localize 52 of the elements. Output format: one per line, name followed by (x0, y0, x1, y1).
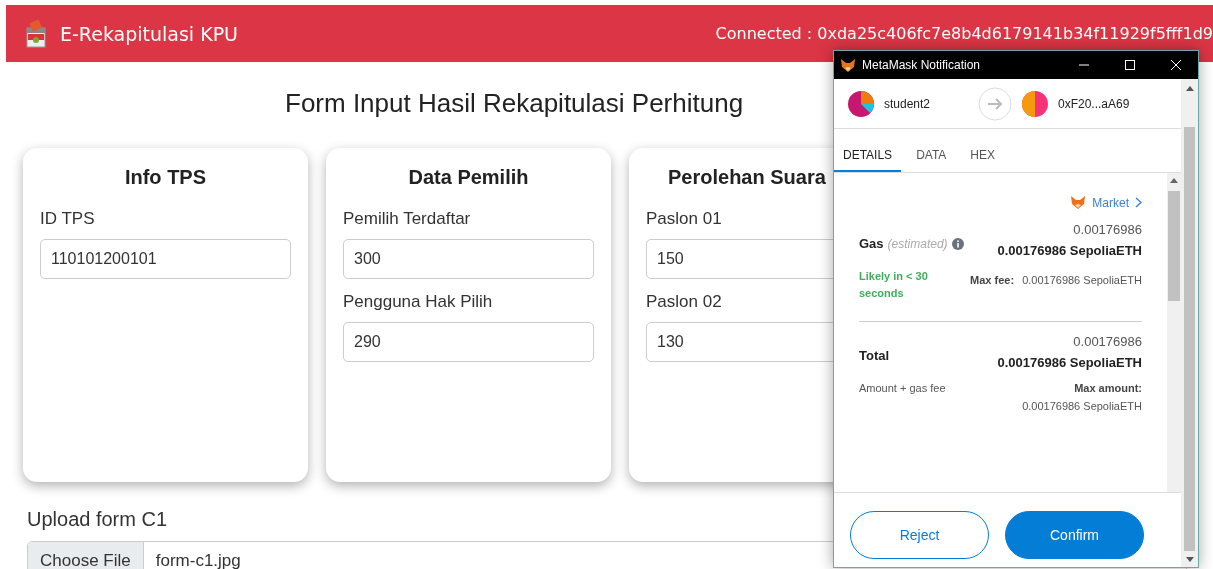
input-field[interactable]: 300 (343, 239, 594, 279)
card-title: Info TPS (124, 166, 207, 188)
primary-amount: 0.00176986 SepoliaETH (997, 355, 1142, 370)
reject-button[interactable]: Reject (850, 511, 989, 559)
scroll-up-icon[interactable] (1170, 177, 1178, 183)
avatar-icon (848, 90, 874, 117)
fee-label: Total (859, 348, 890, 363)
app-title: E-Rekapitulasi KPU (60, 22, 238, 45)
fee-label: Gas (859, 236, 884, 251)
tab[interactable]: DATA (907, 142, 956, 172)
input-field[interactable]: 290 (343, 322, 594, 362)
field-label: ID TPS (40, 209, 95, 228)
page-title: Form Input Hasil Rekapitulasi Perhitung (285, 88, 744, 118)
confirm-button[interactable]: Confirm (1005, 511, 1144, 559)
field-label: Paslon 02 (646, 292, 722, 311)
choose-file-button[interactable]: Choose File (28, 542, 144, 569)
market-link[interactable]: Market (1092, 195, 1129, 210)
account-name: student2 (884, 96, 932, 111)
avatar-icon (1022, 90, 1048, 117)
max-label: Max amount: (1074, 381, 1142, 396)
maximize-icon[interactable] (1124, 59, 1136, 71)
file-name: form-c1.jpg (154, 550, 242, 569)
wallet-address: Connected : 0xda25c406fc7e8b4d6179141b34f11929f5fff1d9 (715, 24, 1213, 43)
field-label: Pemilih Terdaftar (343, 209, 471, 228)
upload-label: Upload form C1 (27, 508, 169, 531)
max-value: 0.00176986 SepoliaETH (1022, 274, 1142, 286)
field-label: Pengguna Hak Pilih (343, 292, 493, 311)
recipient-address: 0xF20...aA69 (1058, 96, 1130, 111)
scrollbar-thumb[interactable] (1168, 191, 1180, 301)
arrow-right-icon (978, 86, 1012, 121)
scroll-up-icon[interactable] (1185, 85, 1194, 91)
scrollbar-thumb[interactable] (1184, 127, 1195, 551)
fox-icon (840, 57, 856, 73)
total-note: Amount + gas fee (859, 381, 947, 396)
secondary-amount: 0.00176986 (1072, 334, 1142, 349)
input-field[interactable]: 110101200101 (40, 239, 291, 279)
max-value: 0.00176986 SepoliaETH (1022, 398, 1142, 414)
info-icon[interactable] (951, 237, 964, 250)
card-title: Perolehan Suara (668, 166, 826, 188)
primary-amount: 0.00176986 SepoliaETH (997, 243, 1142, 258)
ballot-box-icon (26, 19, 46, 48)
tab[interactable]: HEX (961, 142, 1005, 172)
card-title: Data Pemilih (408, 166, 529, 188)
max-label: Max fee: (970, 274, 1015, 286)
close-icon[interactable] (1170, 59, 1182, 71)
fox-icon (1070, 195, 1087, 210)
field-label: Paslon 01 (646, 209, 722, 228)
window-title: MetaMask Notification (862, 58, 982, 72)
chevron-right-icon[interactable] (1135, 197, 1142, 208)
secondary-amount: 0.00176986 (1072, 222, 1142, 237)
scroll-down-icon[interactable] (1185, 557, 1194, 563)
tab[interactable]: DETAILS (834, 142, 902, 172)
